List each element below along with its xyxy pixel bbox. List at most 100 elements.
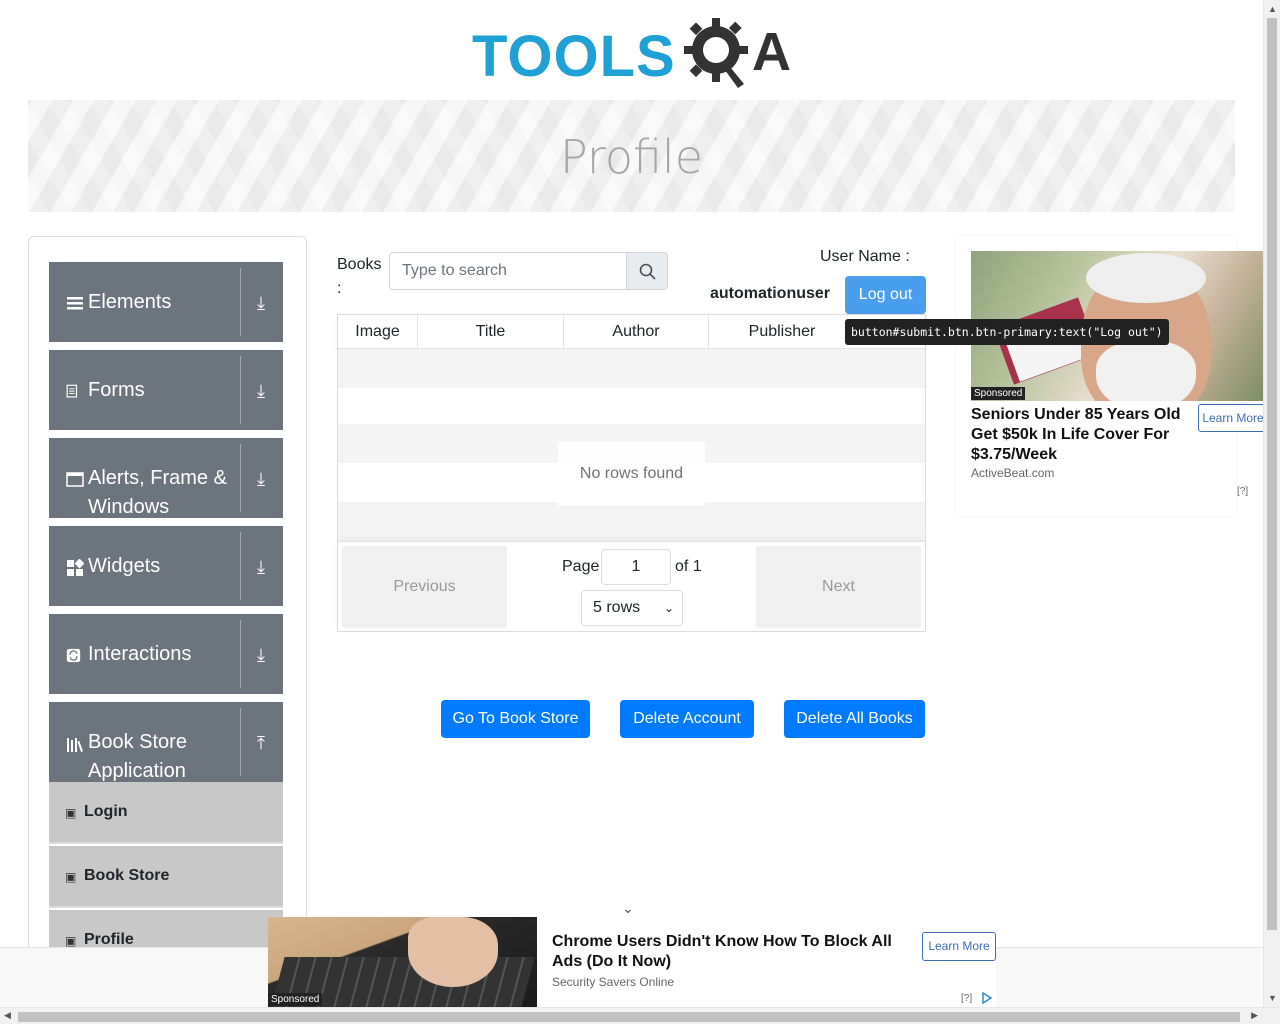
column-header-publisher[interactable]: Publisher <box>709 315 855 349</box>
sidebar-group-forms[interactable]: Forms ⤓ <box>49 350 283 430</box>
vertical-scrollbar[interactable]: ▲ ▼ <box>1263 0 1280 1007</box>
rows-select-value: 5 rows <box>593 599 641 616</box>
ad-headline[interactable]: Seniors Under 85 Years Old Get $50k In L… <box>971 405 1186 465</box>
delete-all-books-button[interactable]: Delete All Books <box>784 700 925 738</box>
page-title: Profile <box>559 130 704 184</box>
previous-button[interactable]: Previous <box>342 546 507 628</box>
pagination: Previous Page 1 of 1 5 rows ⌄ Next <box>338 541 925 631</box>
upload-arrow-icon[interactable]: ⤒ <box>257 733 265 754</box>
selector-tooltip: button#submit.btn.btn-primary:text("Log … <box>845 319 1169 345</box>
username-value: automationuser <box>710 285 831 302</box>
divider <box>240 620 241 688</box>
sidebar: Elements ⤓ Forms ⤓ Alerts, Frame & Windo… <box>28 236 307 996</box>
books-label: Books : <box>337 256 382 297</box>
ad-beard-graphic <box>1096 341 1196 401</box>
sidebar-item-book-store[interactable]: ▣ Book Store <box>49 846 283 908</box>
table-row <box>338 349 925 388</box>
hamburger-icon <box>67 297 83 310</box>
sidebar-group-label: Elements <box>88 291 172 313</box>
sidebar-group-label: Alerts, Frame & Windows <box>88 467 227 518</box>
divider <box>240 444 241 512</box>
no-rows-message: No rows found <box>558 442 705 506</box>
sidebar-group-alerts[interactable]: Alerts, Frame & Windows ⤓ <box>49 438 283 518</box>
download-arrow-icon[interactable]: ⤓ <box>257 557 265 578</box>
widgets-icon <box>67 559 84 576</box>
sidebar-item-label: Login <box>84 803 128 820</box>
interactions-icon <box>66 648 81 663</box>
learn-more-button[interactable]: Learn More <box>922 932 996 961</box>
ad-hair-graphic <box>1086 253 1206 303</box>
html5-icon: ▣ <box>65 870 77 884</box>
sidebar-group-label: Widgets <box>88 555 161 577</box>
sidebar-group-label: Forms <box>88 379 145 401</box>
sidebar-ad[interactable]: Sponsored Seniors Under 85 Years Old Get… <box>956 236 1268 516</box>
download-arrow-icon[interactable]: ⤓ <box>257 381 265 402</box>
bottom-ad[interactable]: Sponsored Chrome Users Didn't Know How T… <box>268 917 996 1007</box>
sponsored-label: Sponsored <box>268 993 323 1006</box>
search-box <box>389 252 668 290</box>
download-arrow-icon[interactable]: ⤓ <box>257 645 265 666</box>
rows-per-page-select[interactable]: 5 rows ⌄ <box>581 590 683 626</box>
html5-icon: ▣ <box>65 934 77 948</box>
divider <box>240 268 241 336</box>
gear-magnifier-icon: A <box>684 18 791 88</box>
sidebar-group-interactions[interactable]: Interactions ⤓ <box>49 614 283 694</box>
scroll-down-arrow-icon[interactable]: ▼ <box>1268 993 1277 1003</box>
sponsored-label: Sponsored <box>971 387 1026 400</box>
search-input[interactable] <box>390 253 627 289</box>
sidebar-group-label: Book Store Application <box>88 731 187 782</box>
sidebar-group-widgets[interactable]: Widgets ⤓ <box>49 526 283 606</box>
page-label: Page <box>562 558 600 575</box>
sidebar-item-login[interactable]: ▣ Login <box>49 782 283 844</box>
ad-info-link[interactable]: [?] <box>961 993 972 1004</box>
column-header-image[interactable]: Image <box>338 315 418 349</box>
toolsqa-logo[interactable]: TOOLS A <box>472 14 797 92</box>
search-button[interactable] <box>626 253 667 289</box>
table-row <box>338 385 925 424</box>
scrollbar-thumb[interactable] <box>1267 18 1277 930</box>
sidebar-group-book-store[interactable]: Book Store Application ⤒ <box>49 702 283 782</box>
column-header-author[interactable]: Author <box>564 315 709 349</box>
ad-info-link[interactable]: [?] <box>1237 486 1248 497</box>
form-icon <box>66 384 78 398</box>
logout-button[interactable]: Log out <box>845 276 926 314</box>
sidebar-group-label: Interactions <box>88 643 192 665</box>
table-header: Image Title Author Publisher <box>338 315 925 349</box>
table-row <box>338 502 925 541</box>
download-arrow-icon[interactable]: ⤓ <box>257 469 265 490</box>
ad-source[interactable]: Security Savers Online <box>552 975 674 989</box>
column-header-title[interactable]: Title <box>418 315 564 349</box>
divider <box>240 532 241 600</box>
scroll-right-arrow-icon[interactable]: ▶ <box>1251 1010 1258 1021</box>
books-icon <box>67 738 83 752</box>
books-table: Image Title Author Publisher No rows fou… <box>337 314 926 632</box>
go-to-book-store-button[interactable]: Go To Book Store <box>441 700 590 738</box>
username-label: User Name : <box>820 248 910 265</box>
sidebar-item-label: Book Store <box>84 867 170 884</box>
learn-more-button[interactable]: Learn More <box>1198 404 1268 432</box>
chevron-down-icon: ⌄ <box>663 601 674 615</box>
window-icon <box>66 472 84 487</box>
horizontal-scrollbar[interactable]: ◀ ▶ <box>0 1007 1280 1024</box>
logo-suffix: A <box>752 22 791 82</box>
html5-icon: ▣ <box>65 806 77 820</box>
scrollbar-thumb[interactable] <box>18 1012 1240 1022</box>
scroll-left-arrow-icon[interactable]: ◀ <box>4 1010 11 1021</box>
download-arrow-icon[interactable]: ⤓ <box>257 293 265 314</box>
sidebar-group-elements[interactable]: Elements ⤓ <box>49 262 283 342</box>
page-banner: Profile <box>28 100 1235 212</box>
ad-source[interactable]: ActiveBeat.com <box>971 466 1054 480</box>
chevron-down-icon[interactable]: ⌄ <box>622 900 634 917</box>
page-total: of 1 <box>675 558 702 575</box>
search-icon <box>639 263 656 280</box>
next-button[interactable]: Next <box>756 546 921 628</box>
page-number-input[interactable]: 1 <box>601 549 671 585</box>
ad-headline[interactable]: Chrome Users Didn't Know How To Block Al… <box>552 932 912 972</box>
page: TOOLS A Profile Elements ⤓ Forms ⤓ Alert… <box>0 0 1280 1024</box>
ad-hand-graphic <box>408 917 498 987</box>
logo-text: TOOLS <box>472 24 676 89</box>
adchoices-icon[interactable] <box>981 992 993 1004</box>
delete-account-button[interactable]: Delete Account <box>620 700 754 738</box>
divider <box>240 708 241 776</box>
scroll-up-arrow-icon[interactable]: ▲ <box>1268 4 1277 14</box>
